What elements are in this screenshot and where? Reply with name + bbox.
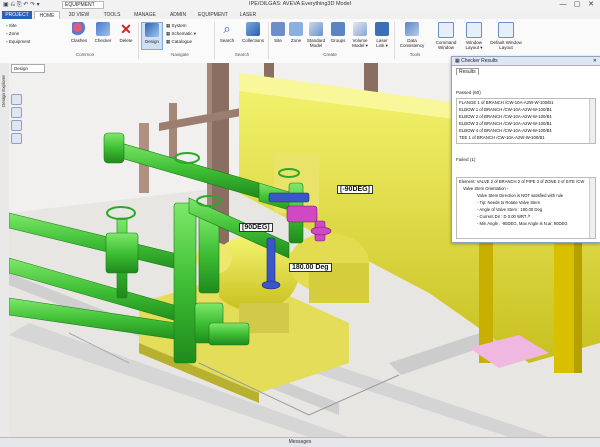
checker-icon xyxy=(96,22,110,36)
collections-button[interactable]: Collections xyxy=(240,22,266,43)
viewport-tab-design[interactable]: Design xyxy=(11,64,45,73)
detail-line: - Angle of Valve Stem : 180.00 Deg xyxy=(477,207,543,212)
list-item[interactable]: ELBOW 3 of BRANCH /CW-10A-A2W-W-100/B1 xyxy=(457,120,595,127)
detail-line: Valve Stem Direction is NOT satisfied wi… xyxy=(477,193,564,198)
group-search: Search xyxy=(234,52,250,57)
group-navigate: Navigate xyxy=(171,52,189,57)
tab-laser[interactable]: LASER xyxy=(236,11,260,19)
group-create: Create xyxy=(323,52,337,57)
list-item[interactable]: FLANGE 1 of BRANCH /CW-10A-A2W-W-100/B1 xyxy=(457,99,595,106)
volume-model-icon xyxy=(353,22,367,36)
angle-label-180: 180.00 Deg xyxy=(289,263,332,272)
catalogue-button[interactable]: ▦ Catalogue xyxy=(166,39,192,45)
schematic-button[interactable]: ▦ Schematic ▾ xyxy=(166,31,196,37)
messages-label[interactable]: Messages xyxy=(0,439,600,445)
list-item[interactable]: ELBOW 1 of BRANCH /CW-10A-A2W-W-100/B1 xyxy=(457,106,595,113)
detail-line: Valve Stem Orientation - xyxy=(463,186,509,191)
tab-project[interactable]: PROJECT xyxy=(2,11,32,19)
search-icon: ⌕ xyxy=(223,21,231,36)
zone-icon xyxy=(289,22,303,36)
standard-model-button[interactable]: Standard Model xyxy=(305,22,327,48)
collections-icon xyxy=(246,22,260,36)
view-select-icon[interactable] xyxy=(11,107,22,118)
detail-line: - Current Dir : D 0.00 WRT /* xyxy=(477,214,531,219)
close-icon[interactable]: ✕ xyxy=(593,57,597,65)
tab-admin[interactable]: ADMIN xyxy=(166,11,190,19)
zone-button[interactable]: Zone xyxy=(288,22,304,43)
design-icon xyxy=(145,23,159,37)
close-button[interactable]: ✕ xyxy=(584,0,598,8)
detail-scrollbar[interactable] xyxy=(589,178,595,238)
tab-results[interactable]: Results xyxy=(456,68,479,75)
default-window-layout-button[interactable]: Default Window Layout xyxy=(489,22,523,50)
list-item[interactable]: TEE 1 of BRANCH /CW-10A-A2W-W-100/B1 xyxy=(457,134,595,141)
passed-list[interactable]: FLANGE 1 of BRANCH /CW-10A-A2W-W-100/B1 … xyxy=(456,98,596,144)
ribbon-site-small[interactable]: ▫ Site xyxy=(6,23,17,28)
command-window-icon xyxy=(438,22,454,38)
site-button[interactable]: Site xyxy=(270,22,286,43)
view-zoom-icon[interactable] xyxy=(11,133,22,144)
list-item[interactable]: ELBOW 4 of BRANCH /CW-10A-A2W-W-100/B1 xyxy=(457,127,595,134)
groups-button[interactable]: Groups xyxy=(329,22,347,43)
angle-label-minus-90: [-90DEG] xyxy=(337,185,373,194)
minimize-button[interactable]: — xyxy=(556,1,570,8)
default-window-layout-icon xyxy=(498,22,514,38)
detail-line: - Min Angle : -90DEG, Max Angle is N.ar.… xyxy=(477,221,568,226)
laser-link-button[interactable]: Laser Link ▾ xyxy=(373,22,391,49)
clashes-button[interactable]: Clashes xyxy=(68,22,90,43)
viewport-toolbar xyxy=(11,94,23,144)
ribbon-equipment-small[interactable]: ▫ Equipment xyxy=(6,39,30,44)
window-layout-icon xyxy=(466,22,482,38)
laser-link-icon xyxy=(375,22,389,36)
angle-label-plus-90: [90DEG] xyxy=(239,223,273,232)
site-icon xyxy=(271,22,285,36)
search-button[interactable]: ⌕ Search xyxy=(217,21,237,44)
window-layout-button[interactable]: Window Layout ▾ xyxy=(462,22,486,51)
ribbon-zone-small[interactable]: ▫ Zone xyxy=(6,31,19,36)
volume-model-button[interactable]: Volume Model ▾ xyxy=(349,22,371,49)
maximize-button[interactable]: ▢ xyxy=(570,0,584,8)
passed-header[interactable]: Passed (60) xyxy=(456,90,481,95)
detail-line: Element: VALVE 2 of BRANCH 2 of PIPE 3 o… xyxy=(459,179,585,184)
list-item[interactable]: ELBOW 2 of BRANCH /CW-10A-A2W-W-100/B1 xyxy=(457,113,595,120)
checker-results-title: ▦ Checker Results ✕ xyxy=(452,57,600,66)
tab-manage[interactable]: MANAGE xyxy=(130,11,160,19)
detail-line: - Tip: Needs to Rotate Valve Stem xyxy=(477,200,540,205)
tab-tools[interactable]: TOOLS xyxy=(100,11,124,19)
tab-equipment[interactable]: EQUIPMENT xyxy=(196,11,230,19)
design-button[interactable]: Design xyxy=(141,22,163,50)
view-home-icon[interactable] xyxy=(11,94,22,105)
view-walk-icon[interactable] xyxy=(11,120,22,131)
group-common: Common xyxy=(75,52,95,57)
delete-icon: ✕ xyxy=(120,21,132,37)
tab-3d-view[interactable]: 3D VIEW xyxy=(64,11,94,19)
failed-header[interactable]: Failed (1) xyxy=(456,157,475,162)
data-consistency-icon xyxy=(405,22,419,36)
design-explorer-tab[interactable]: Design Explorer xyxy=(1,67,8,107)
window-title: IPE/OILGAS: AVEVA Everything3D Model xyxy=(249,1,351,7)
checker-button[interactable]: Checker xyxy=(92,22,114,43)
data-consistency-button[interactable]: Data Consistency xyxy=(398,22,426,48)
failed-detail[interactable]: Element: VALVE 2 of BRANCH 2 of PIPE 3 o… xyxy=(456,177,596,239)
groups-icon xyxy=(331,22,345,36)
checker-results-panel: ▦ Checker Results ✕ Results Passed (60) … xyxy=(451,56,600,243)
group-tools: Tools xyxy=(409,52,421,57)
clashes-icon xyxy=(72,22,86,36)
command-window-button[interactable]: Command Window xyxy=(433,22,459,50)
passed-scrollbar[interactable] xyxy=(589,99,595,143)
standard-model-icon xyxy=(309,22,323,36)
delete-button[interactable]: ✕ Delete xyxy=(116,22,136,43)
system-button[interactable]: ▦ System xyxy=(166,23,187,29)
